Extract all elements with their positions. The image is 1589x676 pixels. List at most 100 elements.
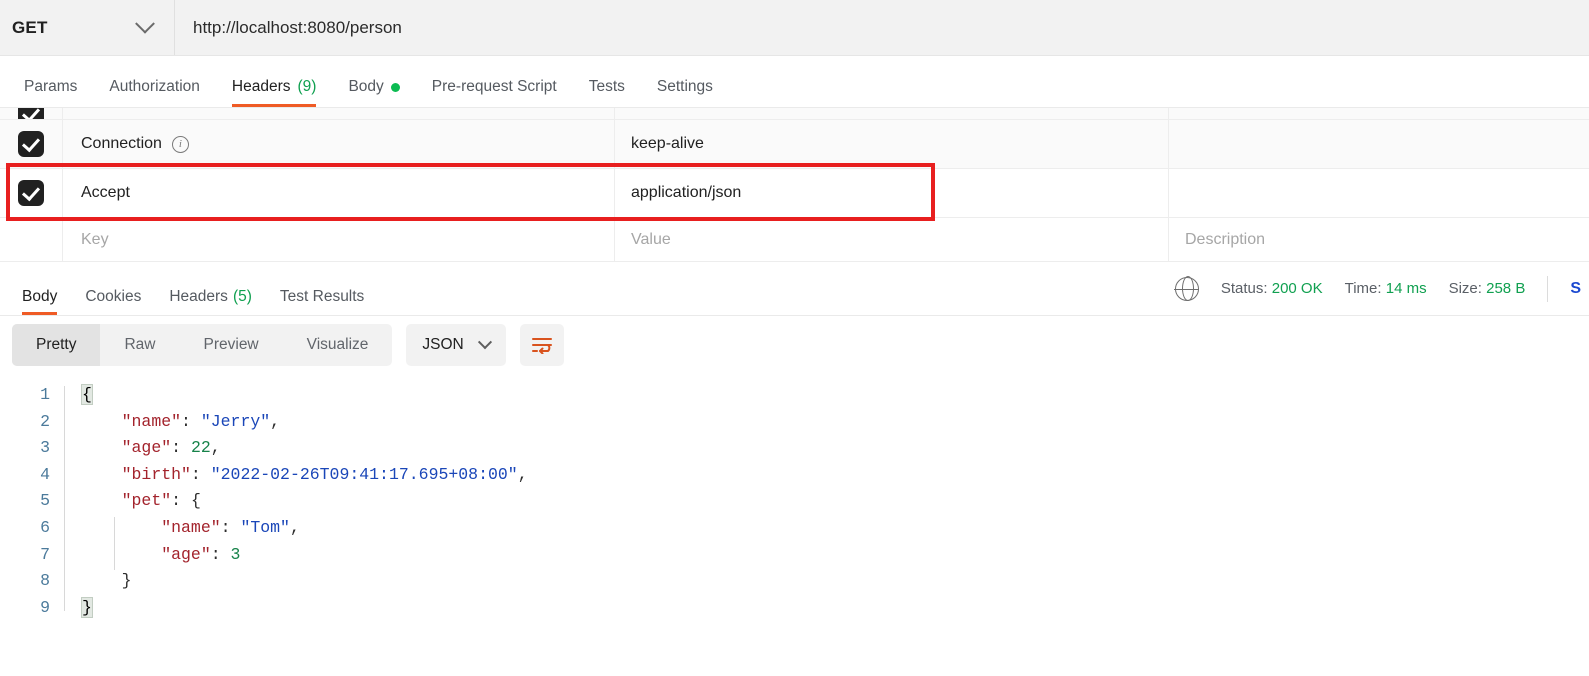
line-number: 6	[40, 517, 50, 537]
code-line: "age": 3	[161, 544, 241, 564]
url-input[interactable]: http://localhost:8080/person	[175, 0, 1589, 55]
new-header-value-input[interactable]: Value	[615, 218, 1169, 261]
table-row[interactable]: Accept application/json	[0, 169, 1589, 218]
time-badge: Time: 14 ms	[1345, 280, 1427, 297]
header-key-connection[interactable]: Connection i	[63, 120, 615, 168]
tab-authorization-label: Authorization	[109, 78, 200, 95]
save-response-link[interactable]: S	[1570, 280, 1581, 298]
header-key-connection-label: Connection	[81, 135, 162, 152]
tab-params[interactable]: Params	[8, 78, 93, 107]
table-row-clipped	[0, 108, 1589, 120]
body-indicator-dot-icon	[390, 82, 400, 92]
indent-guide	[114, 517, 115, 571]
size-label: Size:	[1448, 280, 1482, 297]
line-number: 5	[40, 491, 50, 511]
globe-icon[interactable]	[1174, 275, 1200, 302]
table-row[interactable]: Connection i keep-alive	[0, 120, 1589, 169]
vertical-divider	[1547, 275, 1549, 302]
tab-settings-label: Settings	[656, 78, 713, 95]
tab-tests-label: Tests	[588, 78, 625, 95]
http-method-select[interactable]: GET	[0, 0, 175, 55]
headers-table: Connection i keep-alive Accept applicati…	[0, 108, 1589, 262]
response-tab-test-results[interactable]: Test Results	[266, 262, 378, 315]
response-tab-body[interactable]: Body	[8, 262, 71, 315]
response-tab-cookies[interactable]: Cookies	[71, 262, 155, 315]
tab-authorization[interactable]: Authorization	[93, 78, 215, 107]
chevron-down-icon	[135, 13, 155, 34]
row-checkbox[interactable]	[18, 108, 44, 119]
line-number: 7	[40, 544, 50, 564]
tab-headers[interactable]: Headers (9)	[216, 78, 333, 107]
response-tab-cookies-label: Cookies	[85, 288, 142, 305]
response-tabs: Body Cookies Headers (5) Test Results	[0, 262, 378, 315]
line-number: 9	[40, 597, 50, 617]
response-status-summary: Status: 200 OK Time: 14 ms Size: 258 B S	[1174, 275, 1589, 302]
header-value-accept[interactable]: application/json	[615, 169, 1169, 217]
row-checkbox-cell	[0, 218, 63, 261]
status-badge: Status: 200 OK	[1221, 280, 1323, 297]
view-mode-visualize[interactable]: Visualize	[283, 324, 393, 366]
response-tab-body-label: Body	[22, 288, 58, 305]
header-description-accept[interactable]	[1169, 169, 1589, 217]
chevron-down-icon	[477, 335, 492, 350]
line-number: 3	[40, 438, 50, 458]
row-checkbox-accept[interactable]	[18, 180, 44, 206]
row-checkbox-cell	[0, 169, 63, 217]
code-line: "name": "Tom",	[161, 517, 300, 537]
tab-params-label: Params	[24, 78, 78, 95]
response-bar: Body Cookies Headers (5) Test Results St…	[0, 262, 1589, 316]
word-wrap-icon	[531, 338, 552, 354]
header-value-connection[interactable]: keep-alive	[615, 120, 1169, 168]
response-tab-test-results-label: Test Results	[279, 288, 365, 305]
tab-body[interactable]: Body	[332, 78, 415, 107]
view-mode-raw[interactable]: Raw	[100, 324, 179, 366]
code-line: "birth": "2022-02-26T09:41:17.695+08:00"…	[121, 464, 528, 484]
view-mode-pretty[interactable]: Pretty	[12, 324, 101, 366]
language-select-label: JSON	[422, 336, 464, 353]
info-icon[interactable]: i	[171, 135, 189, 153]
line-number: 4	[40, 464, 50, 484]
line-number-gutter: 1 2 3 4 5 6 7 8 9	[0, 382, 62, 621]
view-mode-preview[interactable]: Preview	[180, 324, 283, 366]
header-key-accept[interactable]: Accept	[63, 169, 615, 217]
new-header-description-input[interactable]: Description	[1169, 218, 1589, 261]
response-tab-headers-label: Headers	[169, 288, 228, 305]
response-body-code[interactable]: 1 2 3 4 5 6 7 8 9 { "name": "Jerry", "age": 22, …	[0, 374, 1589, 621]
line-number: 2	[40, 411, 50, 431]
tab-body-label: Body	[348, 78, 384, 95]
time-label: Time:	[1344, 280, 1382, 297]
new-header-key-input[interactable]: Key	[63, 218, 615, 261]
line-number: 1	[40, 385, 50, 404]
response-tab-headers[interactable]: Headers (5)	[155, 262, 266, 315]
tab-headers-label: Headers	[231, 78, 291, 95]
code-line: "age": 22,	[121, 438, 221, 458]
header-description-connection[interactable]	[1169, 120, 1589, 168]
code-line: {	[81, 384, 93, 405]
time-value: 14 ms	[1385, 280, 1427, 297]
response-format-toolbar: Pretty Raw Preview Visualize JSON	[0, 316, 1589, 374]
code-line: }	[121, 571, 132, 591]
word-wrap-button[interactable]	[519, 324, 564, 366]
tab-pre-request-script[interactable]: Pre-request Script	[416, 78, 573, 107]
table-row-new[interactable]: Key Value Description	[0, 218, 1589, 262]
tab-headers-count: (9)	[297, 78, 317, 95]
line-number: 8	[40, 571, 50, 591]
tab-settings[interactable]: Settings	[641, 78, 729, 107]
language-select[interactable]: JSON	[406, 324, 506, 366]
response-tab-headers-count: (5)	[232, 288, 252, 305]
view-mode-group: Pretty Raw Preview Visualize	[12, 324, 393, 366]
tab-tests[interactable]: Tests	[573, 78, 641, 107]
row-checkbox-cell	[0, 108, 63, 119]
code-line: "pet": {	[121, 491, 201, 511]
size-badge: Size: 258 B	[1449, 280, 1526, 297]
size-value: 258 B	[1486, 280, 1526, 297]
request-tabs: Params Authorization Headers (9) Body Pr…	[0, 56, 1589, 108]
code-content[interactable]: { "name": "Jerry", "age": 22, "birth": "…	[62, 382, 528, 621]
row-checkbox-cell	[0, 120, 63, 168]
row-checkbox-connection[interactable]	[18, 131, 44, 157]
code-line: }	[81, 596, 93, 618]
status-value: 200 OK	[1271, 280, 1323, 297]
http-method-label: GET	[12, 17, 48, 37]
tab-pre-request-script-label: Pre-request Script	[431, 78, 557, 95]
code-line: "name": "Jerry",	[121, 411, 281, 431]
